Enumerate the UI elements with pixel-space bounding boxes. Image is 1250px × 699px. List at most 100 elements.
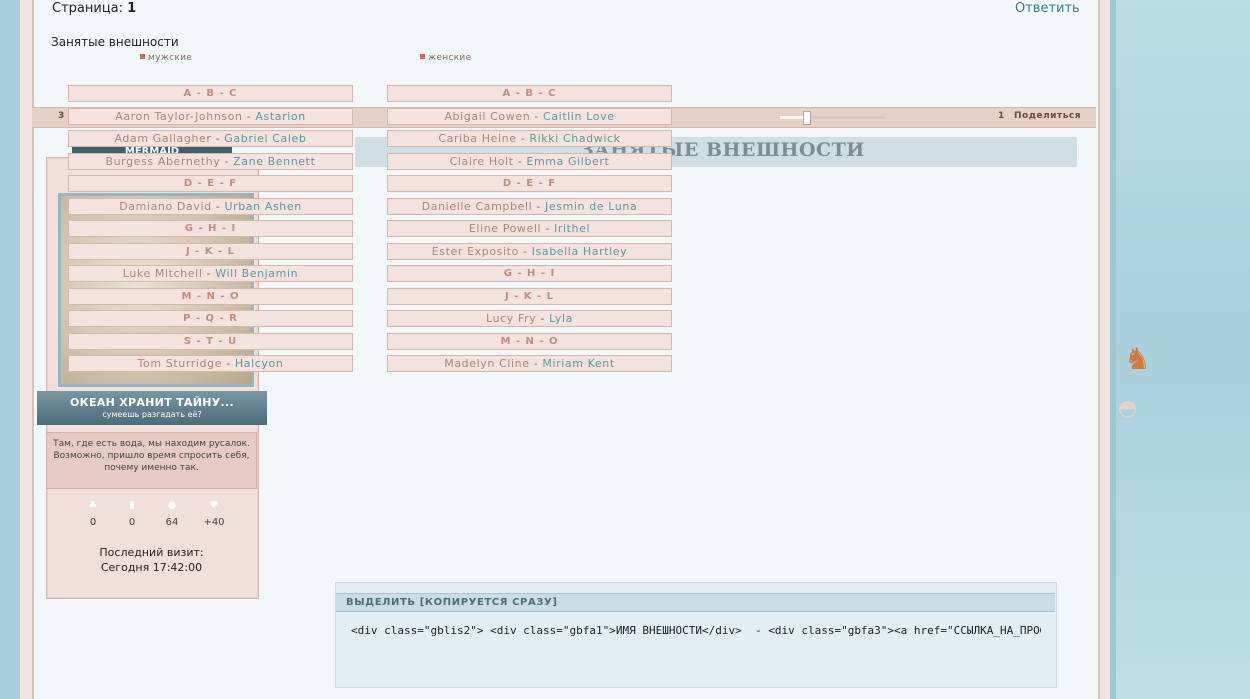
letter-group-header: D - E - F	[68, 175, 353, 192]
stat-feather: ♣ 0	[73, 500, 113, 528]
appearance-row: Burgess Abernethy - Zane Bennett	[68, 152, 353, 170]
letter-group-header: A - B - C	[68, 85, 353, 102]
separator: -	[532, 199, 546, 213]
character-link[interactable]: Urban Ashen	[224, 200, 301, 213]
volume-slider-fill	[780, 116, 805, 119]
profile-banner: ОКЕАН ХРАНИТ ТАЙНУ... сумеешь разгадать …	[37, 391, 267, 425]
left-edge-strip	[0, 0, 22, 699]
appearance-row: Abigail Cowen - Caitlin Love	[387, 107, 672, 125]
legend-square-icon	[140, 54, 145, 59]
post-page-number: 1	[998, 111, 1005, 121]
profile-quote: Там, где есть вода, мы находим русалок. …	[46, 432, 257, 489]
letter-group-header: M - N - O	[387, 332, 672, 350]
appearance-name: Adam Gallagher	[114, 132, 212, 145]
separator: -	[242, 109, 256, 123]
letter-group-header: A - B - C	[387, 85, 672, 102]
appearance-row: Luke Mitchell - Will Benjamin	[68, 265, 353, 282]
seahorse-icon: ♞	[1124, 342, 1151, 377]
last-visit-value: Сегодня 17:42:00	[100, 561, 203, 574]
appearance-row: Lucy Fry - Lyla	[387, 310, 672, 327]
character-link[interactable]: Zane Bennett	[233, 155, 315, 168]
heart-icon: ♥	[209, 500, 219, 511]
stat-messages: ● 64	[152, 500, 192, 528]
character-link[interactable]: Irithel	[554, 222, 590, 235]
appearance-name: Aaron Taylor-Johnson	[115, 109, 243, 123]
appearance-row: Danielle Campbell - Jesmin de Luna	[387, 197, 672, 215]
appearance-row: Claire Holt - Emma Gilbert	[387, 152, 672, 170]
book-icon: ▮	[129, 500, 135, 511]
stat-value: 0	[128, 517, 136, 528]
volume-slider-handle[interactable]	[803, 111, 811, 125]
appearance-row: Ester Exposito - Isabella Hartley	[387, 242, 672, 260]
character-link[interactable]: Rikki Chadwick	[529, 132, 620, 145]
occupied-appearances-title: Занятые внешности	[51, 35, 179, 49]
appearance-name: Ester Exposito	[431, 244, 519, 258]
separator: -	[513, 154, 527, 168]
appearance-row: Damiano David - Urban Ashen	[68, 197, 353, 215]
stat-reputation: ♥ +40	[194, 500, 234, 528]
character-link[interactable]: Emma Gilbert	[526, 155, 609, 168]
stat-value: 64	[165, 517, 179, 528]
code-block-title[interactable]: ВЫДЕЛИТЬ [КОПИРУЕТСЯ СРАЗУ]	[346, 597, 558, 608]
share-link[interactable]: Поделиться	[1014, 111, 1081, 121]
seashell-icon: ◓	[1118, 396, 1138, 421]
last-visit: Последний визит: Сегодня 17:42:00	[46, 545, 257, 575]
code-block-text[interactable]: <div class="gblis2"> <div class="gbfa1">…	[351, 624, 1041, 637]
separator: -	[211, 199, 225, 213]
legend-male-label: мужские	[148, 53, 193, 63]
post-number[interactable]: 3	[58, 111, 64, 121]
character-link[interactable]: Will Benjamin	[215, 267, 298, 280]
right-edge-bar	[1110, 0, 1116, 699]
character-link[interactable]: Astarion	[255, 110, 305, 123]
separator: -	[518, 244, 532, 258]
appearance-name: Abigail Cowen	[444, 109, 531, 123]
appearance-row: Eline Powell - Irithel	[387, 220, 672, 237]
character-link[interactable]: Gabriel Caleb	[224, 132, 306, 145]
character-link[interactable]: Miriam Kent	[542, 357, 614, 370]
appearance-row: Cariba Heine - Rikki Chadwick	[387, 130, 672, 147]
character-link[interactable]: Jesmin de Luna	[545, 200, 637, 213]
letter-group-header: G - H - I	[68, 220, 353, 237]
letter-group-header: J - K - L	[387, 287, 672, 305]
letter-group-header: S - T - U	[68, 332, 353, 350]
separator: -	[202, 267, 216, 280]
banner-subtitle: сумеешь разгадать её?	[102, 410, 202, 419]
separator: -	[541, 222, 554, 235]
appearance-name: Lucy Fry	[486, 312, 537, 325]
separator: -	[222, 357, 235, 370]
appearance-row: Aaron Taylor-Johnson - Astarion	[68, 107, 353, 125]
appearance-row: Tom Sturridge - Halcyon	[68, 355, 353, 372]
last-visit-label: Последний визит:	[99, 546, 204, 559]
separator: -	[530, 109, 544, 123]
character-link[interactable]: Caitlin Love	[543, 110, 615, 123]
appearance-name: Burgess Abernethy	[105, 154, 221, 168]
appearance-name: Tom Sturridge	[137, 357, 223, 370]
letter-group-header: J - K - L	[68, 242, 353, 260]
appearance-name: Luke Mitchell	[122, 267, 203, 280]
stat-value: 0	[89, 517, 97, 528]
stat-book: ▮ 0	[112, 500, 152, 528]
separator: -	[516, 132, 530, 145]
message-icon: ●	[167, 500, 177, 511]
appearance-name: Claire Holt	[449, 154, 514, 168]
banner-title: ОКЕАН ХРАНИТ ТАЙНУ...	[70, 396, 234, 409]
stat-value: +40	[203, 517, 225, 528]
letter-group-header: D - E - F	[387, 175, 672, 192]
appearance-row: Adam Gallagher - Gabriel Caleb	[68, 130, 353, 147]
legend-male: мужские	[140, 53, 192, 63]
separator: -	[220, 154, 234, 168]
legend-female-label: женские	[428, 53, 472, 63]
separator: -	[536, 312, 550, 325]
reply-link[interactable]: Ответить	[1015, 1, 1080, 16]
appearance-name: Eline Powell	[468, 222, 542, 235]
current-page-number[interactable]: 1	[127, 1, 136, 16]
character-link[interactable]: Halcyon	[235, 357, 284, 370]
character-link[interactable]: Isabella Hartley	[532, 245, 628, 258]
character-link[interactable]: Lyla	[549, 312, 573, 325]
letter-group-header: G - H - I	[387, 265, 672, 282]
letter-group-header: M - N - O	[68, 287, 353, 305]
separator: -	[529, 357, 543, 370]
letter-group-header: P - Q - R	[68, 310, 353, 327]
legend-square-icon	[420, 54, 425, 59]
appearance-name: Damiano David	[119, 199, 212, 213]
